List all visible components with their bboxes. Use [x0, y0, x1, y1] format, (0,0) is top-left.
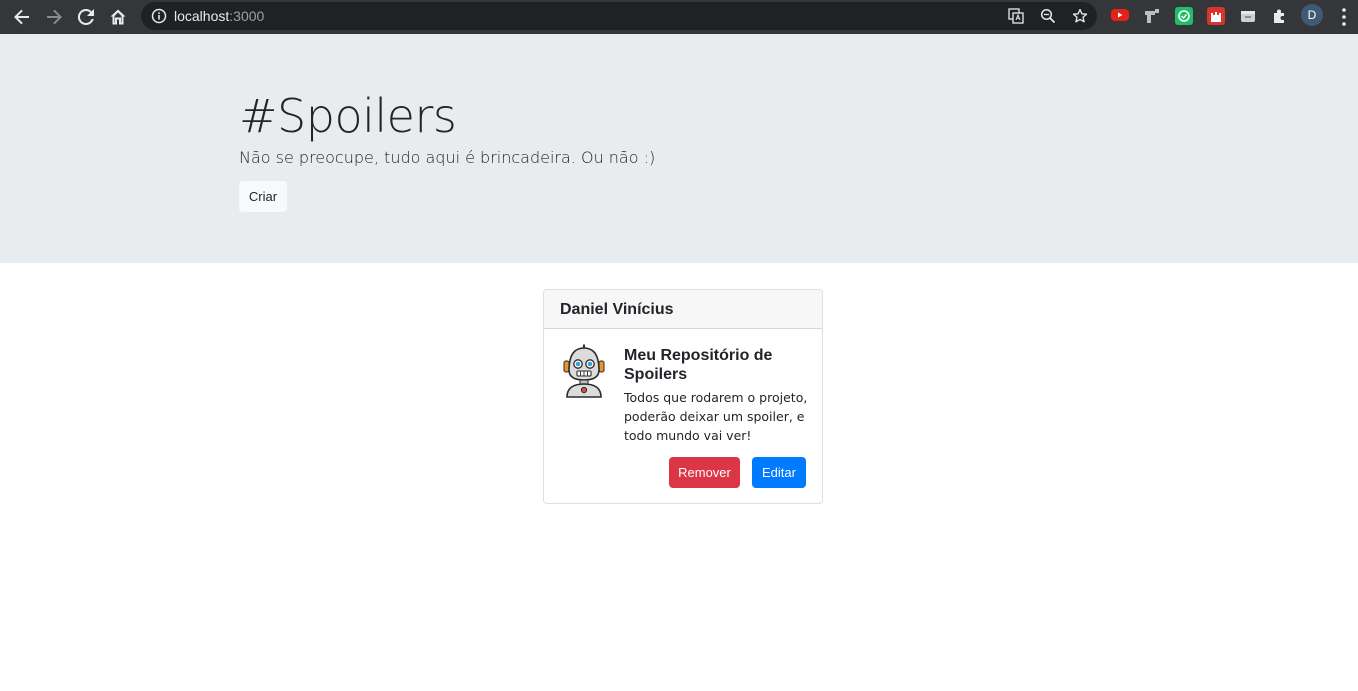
address-bar[interactable]: localhost:3000 — [141, 2, 1097, 30]
browser-toolbar: localhost:3000 D — [0, 0, 1358, 34]
page-title: #Spoilers — [239, 89, 457, 143]
folder-extension-icon[interactable] — [1239, 7, 1257, 25]
avatar[interactable]: D — [1301, 4, 1323, 26]
url-text[interactable]: localhost:3000 — [174, 8, 264, 24]
edit-button[interactable]: Editar — [752, 457, 806, 488]
spoiler-card: Daniel Vinícius Meu Repositório de Spoil… — [543, 289, 823, 504]
home-icon[interactable] — [106, 5, 130, 29]
grammar-extension-icon[interactable] — [1175, 7, 1193, 25]
extension-icon[interactable] — [1143, 7, 1161, 25]
star-icon[interactable] — [1072, 8, 1088, 24]
card-author: Daniel Vinícius — [560, 301, 674, 318]
info-icon[interactable] — [151, 8, 167, 24]
card-text: Todos que rodarem o projeto, poderão dei… — [624, 390, 808, 443]
forward-icon[interactable] — [42, 5, 66, 29]
menu-icon[interactable] — [1336, 7, 1352, 27]
zoom-icon[interactable] — [1040, 8, 1056, 24]
jumbotron: #Spoilers Não se preocupe, tudo aqui é b… — [0, 34, 1358, 263]
card-title: Meu Repositório de Spoilers — [624, 347, 773, 383]
back-icon[interactable] — [10, 5, 34, 29]
remove-button[interactable]: Remover — [669, 457, 740, 488]
page-lead: Não se preocupe, tudo aqui é brincadeira… — [239, 148, 656, 167]
castle-extension-icon[interactable] — [1207, 7, 1225, 25]
puzzle-icon[interactable] — [1271, 7, 1289, 25]
robot-avatar-icon — [563, 344, 605, 398]
translate-icon[interactable] — [1008, 8, 1024, 24]
youtube-extension-icon[interactable] — [1111, 8, 1129, 22]
reload-icon[interactable] — [74, 5, 98, 29]
card-header: Daniel Vinícius — [544, 290, 822, 329]
url-host: localhost — [174, 8, 230, 24]
create-button[interactable]: Criar — [239, 181, 287, 212]
url-port: :3000 — [229, 8, 265, 24]
